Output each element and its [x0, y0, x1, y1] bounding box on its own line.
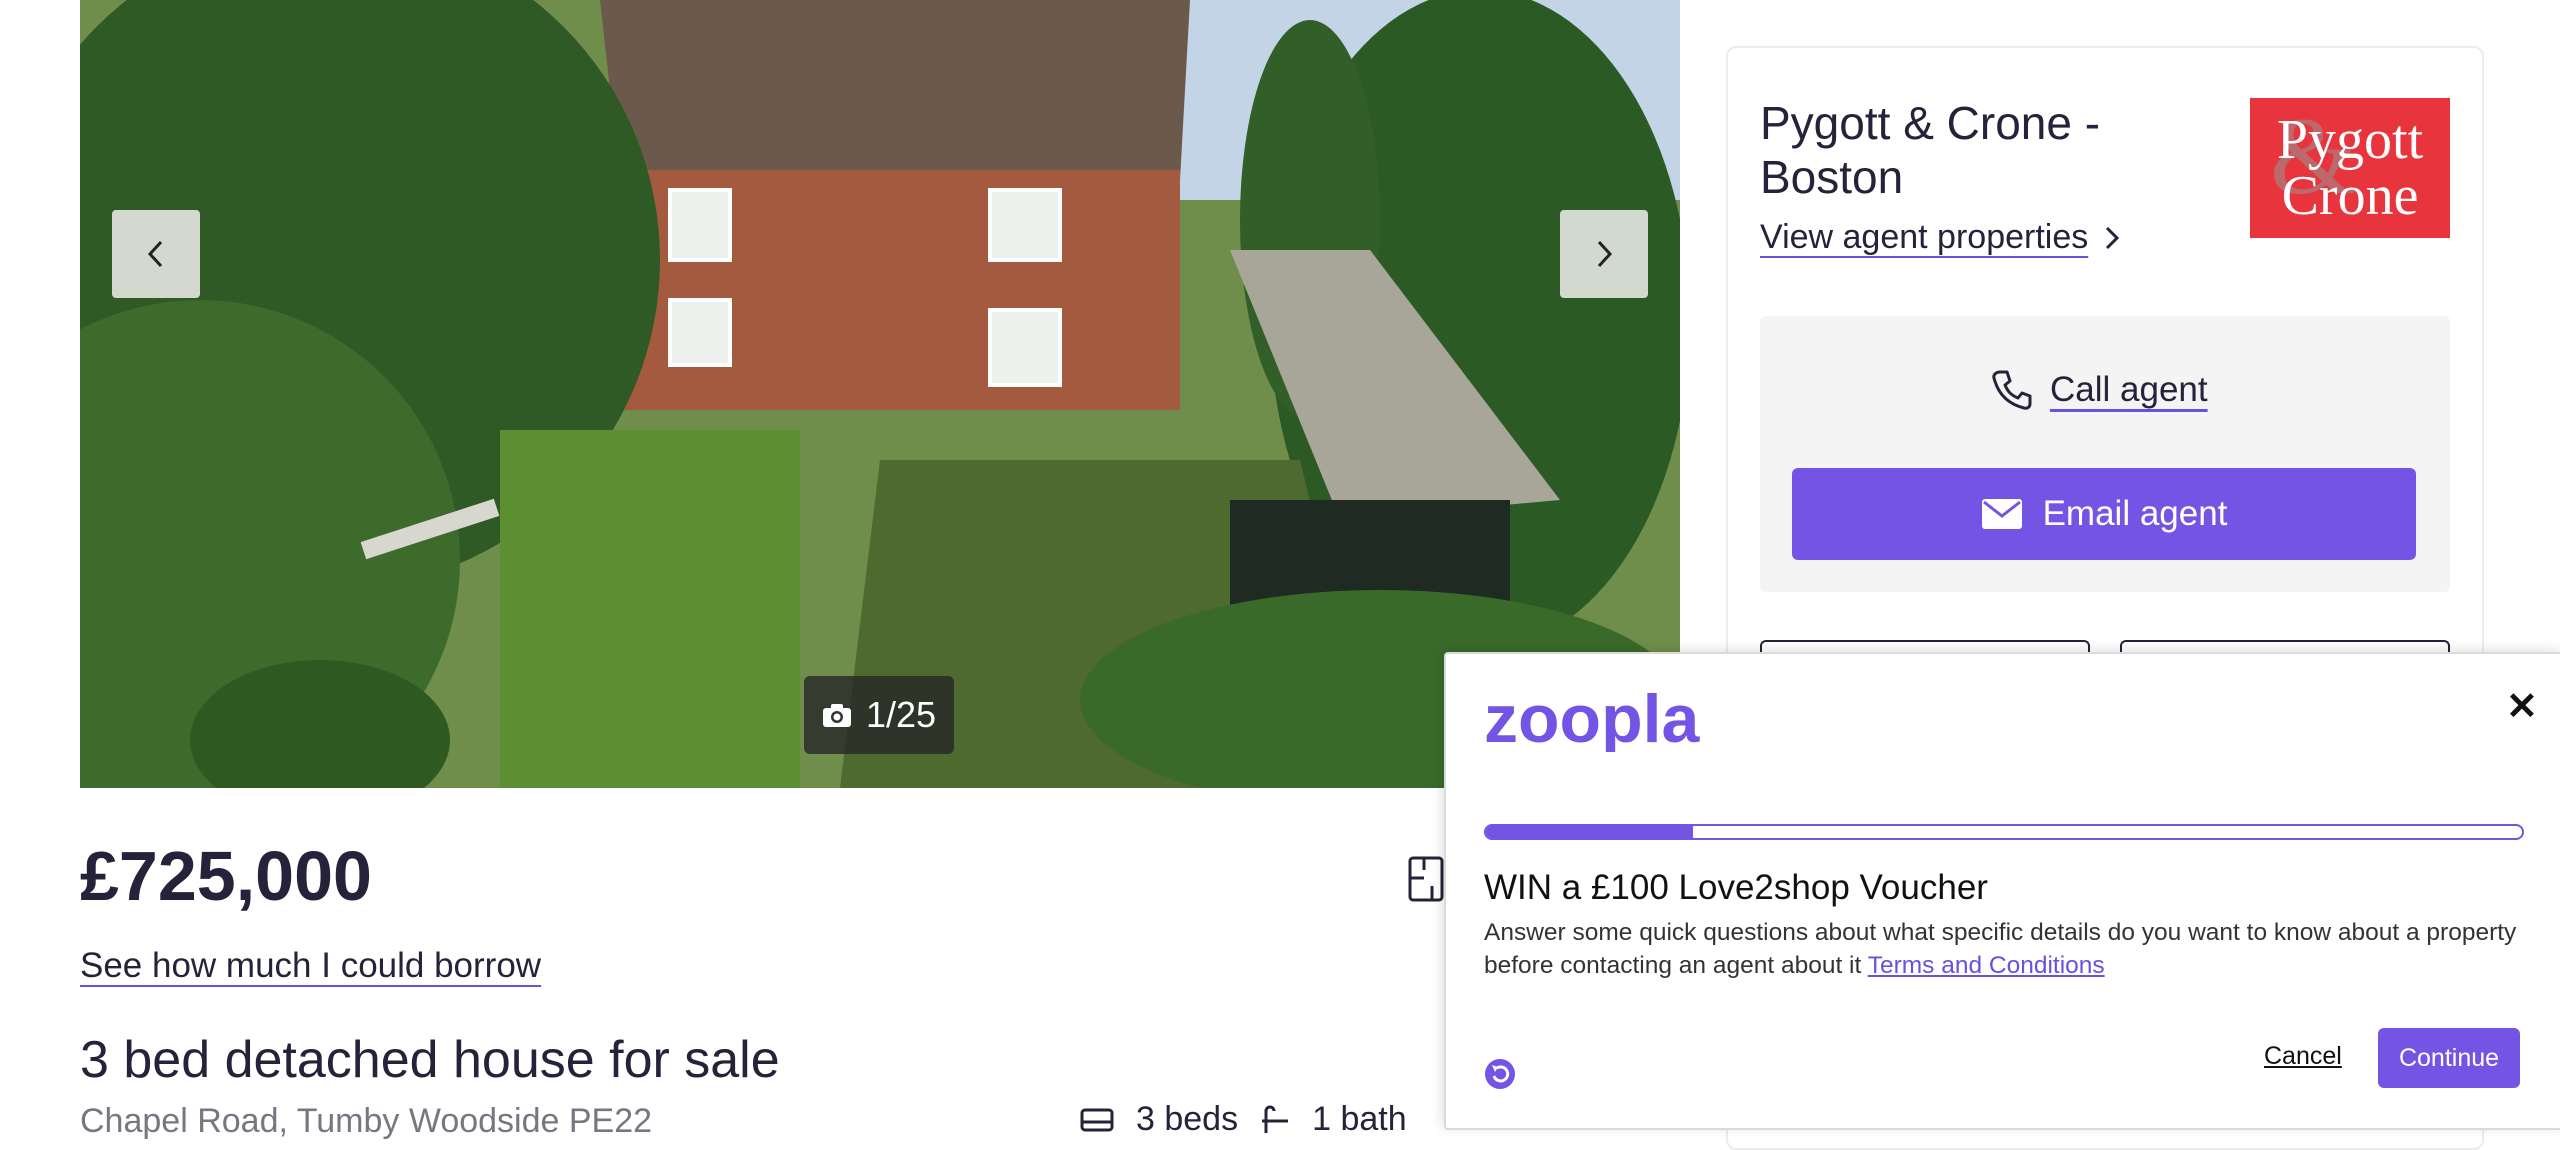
modal-heading: WIN a £100 Love2shop Voucher: [1484, 868, 1988, 907]
call-agent-button[interactable]: Call agent: [1990, 368, 2208, 412]
survey-modal: zoopla ✕ WIN a £100 Love2shop Voucher An…: [1444, 652, 2560, 1130]
view-agent-properties-link[interactable]: View agent properties: [1760, 218, 2120, 257]
property-photo-gallery[interactable]: 1/25: [80, 0, 1680, 788]
gallery-next-button[interactable]: [1560, 210, 1648, 298]
modal-description: Answer some quick questions about what s…: [1484, 916, 2524, 982]
chevron-left-icon: [147, 240, 163, 268]
listing-features: 3 beds 1 bath: [1080, 1100, 1407, 1139]
continue-button[interactable]: Continue: [2378, 1028, 2520, 1088]
call-agent-label: Call agent: [2050, 370, 2208, 409]
agent-logo[interactable]: & Pygott Crone: [2250, 98, 2450, 238]
camera-icon: [822, 704, 851, 727]
refresh-icon: [1485, 1059, 1515, 1089]
property-photo: [80, 0, 1680, 788]
borrow-calculator-link[interactable]: See how much I could borrow: [80, 946, 541, 986]
floorplan-icon[interactable]: [1408, 856, 1444, 902]
listing-title: 3 bed detached house for sale: [80, 1031, 780, 1089]
cancel-button[interactable]: Cancel: [2264, 1042, 2342, 1071]
baths-count: 1 bath: [1312, 1100, 1407, 1138]
survey-progress-bar: [1484, 824, 2524, 840]
terms-conditions-link[interactable]: Terms and Conditions: [1868, 952, 2105, 979]
svg-text:zoopla: zoopla: [1484, 692, 1701, 752]
beds-count: 3 beds: [1136, 1100, 1239, 1138]
email-agent-button[interactable]: Email agent: [1792, 468, 2416, 560]
email-agent-label: Email agent: [2042, 494, 2228, 533]
bed-icon: [1080, 1108, 1114, 1131]
listing-address: Chapel Road, Tumby Woodside PE22: [80, 1102, 653, 1140]
view-agent-properties-label: View agent properties: [1760, 218, 2089, 256]
agent-logo-line1: Pygott: [2276, 109, 2424, 171]
zoopla-logo: zoopla: [1484, 692, 1701, 752]
bath-icon: [1262, 1105, 1289, 1133]
listing-price: £725,000: [80, 837, 372, 915]
photo-counter-text: 1/25: [865, 694, 937, 735]
photo-counter-badge[interactable]: 1/25: [804, 676, 954, 754]
chevron-right-icon: [2106, 226, 2120, 249]
agent-name: Pygott & Crone - Boston: [1760, 97, 2101, 203]
contact-actions: Call agent Email agent: [1760, 316, 2450, 592]
survey-progress-fill: [1486, 826, 1694, 838]
phone-icon: [1992, 370, 2032, 410]
gallery-prev-button[interactable]: [112, 210, 200, 298]
close-modal-button[interactable]: ✕: [2506, 684, 2538, 729]
chevron-right-icon: [1597, 240, 1613, 268]
agent-logo-line2: Crone: [2281, 165, 2419, 227]
envelope-icon: [1981, 499, 2022, 529]
